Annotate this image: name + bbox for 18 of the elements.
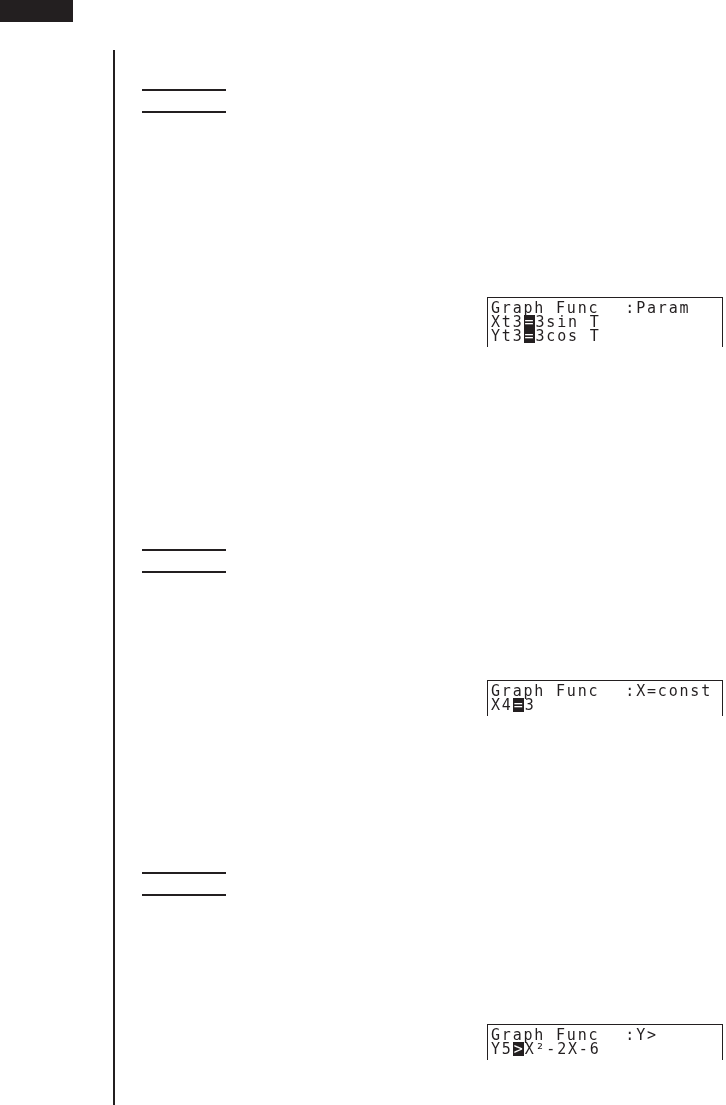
- graph-mode: :X=const: [625, 684, 712, 698]
- function-expression: 3: [524, 698, 536, 712]
- relation-sign: =: [512, 698, 524, 712]
- screen-title: Graph Func: [491, 301, 600, 315]
- relation-sign: =: [523, 329, 535, 343]
- function-name: Y5: [491, 1042, 513, 1056]
- relation-sign: >: [512, 1042, 524, 1056]
- function-expression: 3cos T: [535, 329, 601, 343]
- function-name: X4: [491, 698, 513, 712]
- graph-mode: :Param: [625, 301, 691, 315]
- function-name: Xt3: [491, 315, 524, 329]
- function-expression: 3sin T: [535, 315, 601, 329]
- screen-title: Graph Func: [491, 684, 600, 698]
- screen-title: Graph Func: [491, 1028, 600, 1042]
- graph-mode: :Y>: [625, 1028, 658, 1042]
- relation-sign: =: [523, 315, 535, 329]
- function-expression: X²-2X-6: [524, 1042, 601, 1056]
- function-name: Yt3: [491, 329, 524, 343]
